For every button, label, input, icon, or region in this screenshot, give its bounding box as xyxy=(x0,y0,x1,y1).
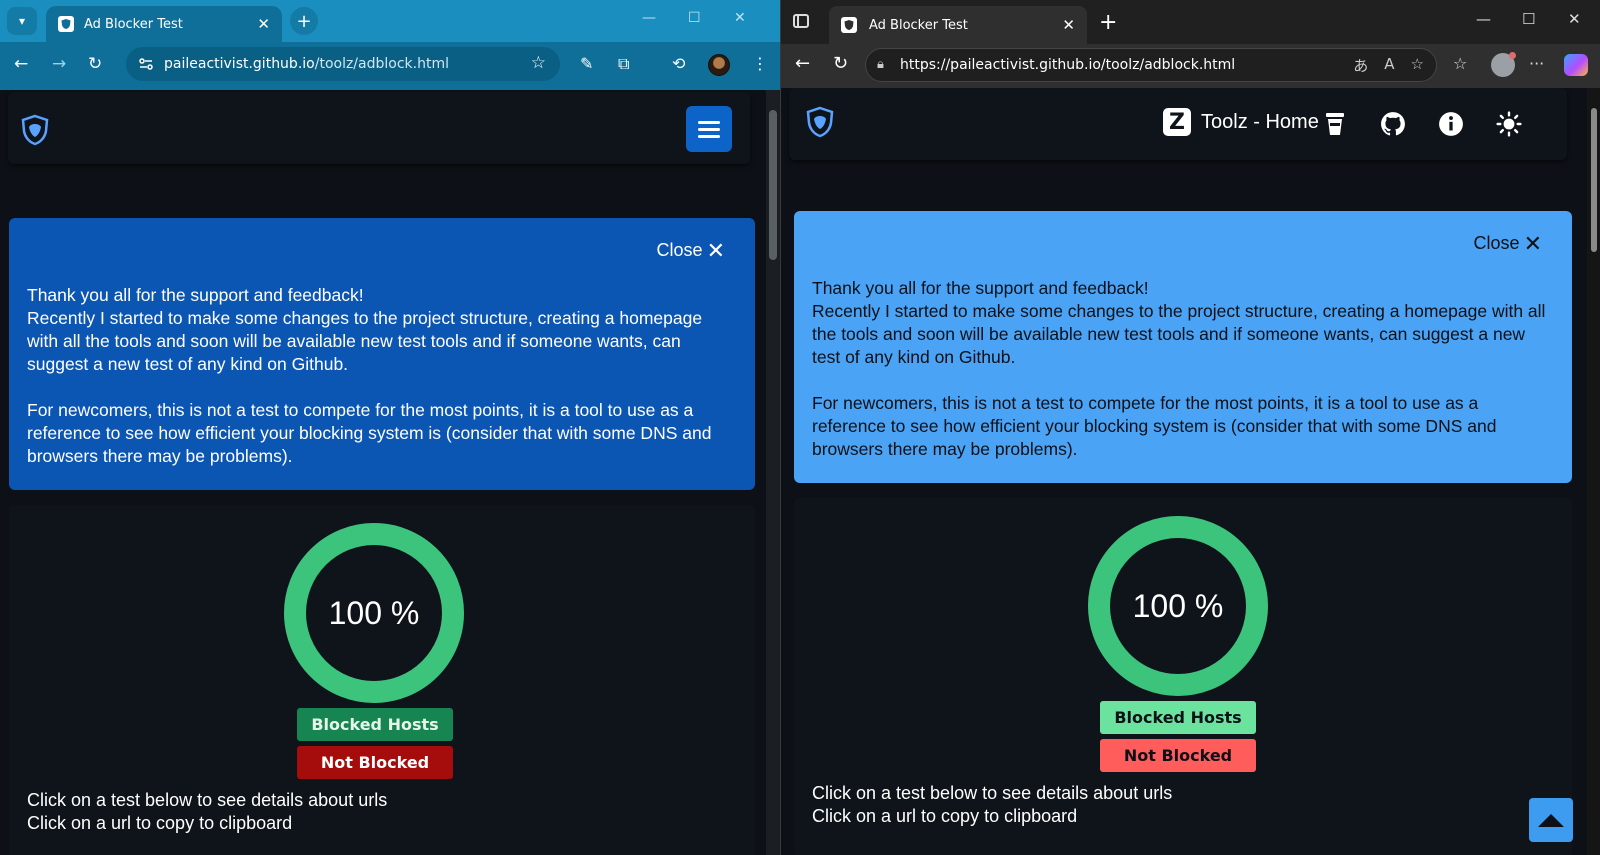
score-gauge: 100 % xyxy=(1088,516,1268,696)
blocked-hosts-legend: Blocked Hosts xyxy=(297,708,453,741)
eyedropper-extension-icon[interactable]: ✎ xyxy=(580,54,593,73)
url-domain: paileactivist.github.io xyxy=(164,56,315,72)
hint-line: Click on a url to copy to clipboard xyxy=(812,806,1078,826)
notice-close-button[interactable]: Close ✕ xyxy=(657,239,725,262)
lock-icon[interactable]: 🔒︎ xyxy=(877,57,884,72)
profile-avatar[interactable] xyxy=(708,54,730,76)
minimize-icon[interactable]: — xyxy=(1476,10,1491,28)
bookmark-star-icon[interactable]: ☆ xyxy=(531,53,546,73)
github-icon[interactable] xyxy=(1379,110,1407,138)
forward-arrow-icon[interactable]: → xyxy=(52,54,66,74)
profile-avatar[interactable] xyxy=(1491,52,1516,77)
chrome-menu-icon[interactable]: ⋮ xyxy=(752,54,768,73)
results-panel: 100 % Blocked Hosts Not Blocked Click on… xyxy=(794,498,1572,855)
page-viewport: Close ✕ Thank you all for the support an… xyxy=(0,90,766,855)
info-icon[interactable] xyxy=(1437,110,1465,138)
extensions-puzzle-icon[interactable]: ⧉ xyxy=(618,54,629,74)
notice-paragraph: Recently I started to make some changes … xyxy=(812,301,1546,367)
chrome-window: ▾ Ad Blocker Test ✕ + — ☐ ✕ ← → ↻ pailea… xyxy=(0,0,780,855)
settings-more-icon[interactable]: ··· xyxy=(1529,54,1544,73)
tab-search-chevron-down-icon[interactable]: ▾ xyxy=(7,7,37,35)
maximize-icon[interactable]: ☐ xyxy=(1522,10,1535,28)
notice-paragraph: For newcomers, this is not a test to com… xyxy=(812,393,1497,459)
results-panel: 100 % Blocked Hosts Not Blocked Click on… xyxy=(9,505,755,855)
chrome-tab-strip: ▾ Ad Blocker Test ✕ + — ☐ ✕ xyxy=(0,0,780,42)
favorites-icon[interactable]: ☆ xyxy=(1453,54,1467,73)
score-gauge: 100 % xyxy=(284,523,464,703)
theme-toggle-sun-icon[interactable] xyxy=(1495,110,1523,138)
toolz-logo-icon: Z xyxy=(1163,108,1191,136)
tab-title: Ad Blocker Test xyxy=(869,17,968,33)
translate-icon[interactable]: あ xyxy=(1353,55,1368,76)
reload-icon[interactable]: ↻ xyxy=(833,53,848,74)
back-arrow-icon[interactable]: ← xyxy=(14,54,28,74)
hamburger-menu-icon[interactable] xyxy=(686,106,732,152)
tab-close-icon[interactable]: ✕ xyxy=(257,15,270,33)
notice-line: Thank you all for the support and feedba… xyxy=(812,278,1149,298)
address-bar[interactable]: 🔒︎ https://paileactivist.github.io/toolz… xyxy=(865,48,1437,82)
scroll-to-top-button[interactable] xyxy=(1529,798,1573,842)
hint-line: Click on a test below to see details abo… xyxy=(27,790,388,810)
site-header: Z Toolz - Home xyxy=(789,88,1567,160)
home-link-label: Toolz - Home xyxy=(1201,110,1319,133)
url-path: /toolz/adblock.html xyxy=(314,56,449,72)
close-label: Close xyxy=(1473,233,1520,253)
hint-line: Click on a url to copy to clipboard xyxy=(27,813,293,833)
notice-line: Thank you all for the support and feedba… xyxy=(27,285,364,305)
chrome-toolbar: ← → ↻ paileactivist.github.io/toolz/adbl… xyxy=(0,42,780,90)
minimize-icon[interactable]: — xyxy=(642,10,656,26)
maximize-icon[interactable]: ☐ xyxy=(688,10,701,26)
home-link[interactable]: Z Toolz - Home xyxy=(1163,108,1319,136)
close-icon: ✕ xyxy=(706,237,725,263)
shield-favicon-icon xyxy=(841,17,857,33)
scrollbar[interactable] xyxy=(766,90,780,855)
site-header xyxy=(8,92,750,164)
window-close-icon[interactable]: ✕ xyxy=(734,10,746,26)
close-icon: ✕ xyxy=(1523,230,1542,256)
browser-tab[interactable]: Ad Blocker Test ✕ xyxy=(829,6,1087,44)
notice-paragraph: Recently I started to make some changes … xyxy=(27,308,703,374)
edge-tab-strip: Ad Blocker Test ✕ + — ☐ ✕ xyxy=(781,0,1600,44)
window-close-icon[interactable]: ✕ xyxy=(1568,10,1581,28)
new-tab-plus-icon[interactable]: + xyxy=(1099,10,1117,35)
favorite-star-icon[interactable]: ☆ xyxy=(1411,55,1424,76)
tab-close-icon[interactable]: ✕ xyxy=(1062,16,1075,34)
close-label: Close xyxy=(656,240,703,260)
back-arrow-icon[interactable]: ← xyxy=(795,53,810,74)
site-info-icon[interactable] xyxy=(138,56,154,72)
shield-favicon-icon xyxy=(58,16,74,32)
notice-paragraph: For newcomers, this is not a test to com… xyxy=(27,400,712,466)
shield-logo-icon[interactable] xyxy=(805,106,835,138)
announcement-notice: Close ✕ Thank you all for the support an… xyxy=(794,211,1572,483)
hint-line: Click on a test below to see details abo… xyxy=(812,783,1173,803)
read-aloud-icon[interactable]: A xyxy=(1384,55,1394,76)
url-text: https://paileactivist.github.io/toolz/ad… xyxy=(900,57,1236,73)
scrollbar[interactable] xyxy=(1587,88,1600,855)
reload-icon[interactable]: ↻ xyxy=(88,54,102,74)
copilot-icon[interactable] xyxy=(1564,54,1588,76)
scrollbar-thumb[interactable] xyxy=(1591,108,1597,252)
edge-toolbar: ← ↻ 🔒︎ https://paileactivist.github.io/t… xyxy=(781,44,1600,88)
performance-icon[interactable]: ⟲ xyxy=(672,54,685,73)
announcement-notice: Close ✕ Thank you all for the support an… xyxy=(9,218,755,490)
browser-tab[interactable]: Ad Blocker Test ✕ xyxy=(46,6,282,42)
score-percent: 100 % xyxy=(328,594,420,631)
notice-close-button[interactable]: Close ✕ xyxy=(1474,232,1542,255)
coffee-cup-icon[interactable] xyxy=(1321,110,1349,138)
page-viewport: Z Toolz - Home Close ✕ Thank you all for… xyxy=(781,88,1587,855)
not-blocked-legend: Not Blocked xyxy=(297,746,453,779)
shield-logo-icon[interactable] xyxy=(20,114,50,146)
tab-actions-icon[interactable] xyxy=(793,14,809,28)
score-percent: 100 % xyxy=(1132,587,1224,624)
scrollbar-thumb[interactable] xyxy=(769,110,777,260)
not-blocked-legend: Not Blocked xyxy=(1100,739,1256,772)
blocked-hosts-legend: Blocked Hosts xyxy=(1100,701,1256,734)
tab-title: Ad Blocker Test xyxy=(84,16,183,32)
address-bar[interactable]: paileactivist.github.io/toolz/adblock.ht… xyxy=(126,47,560,81)
new-tab-plus-icon[interactable]: + xyxy=(290,7,318,35)
edge-window: Ad Blocker Test ✕ + — ☐ ✕ ← ↻ 🔒︎ https:/… xyxy=(780,0,1600,855)
